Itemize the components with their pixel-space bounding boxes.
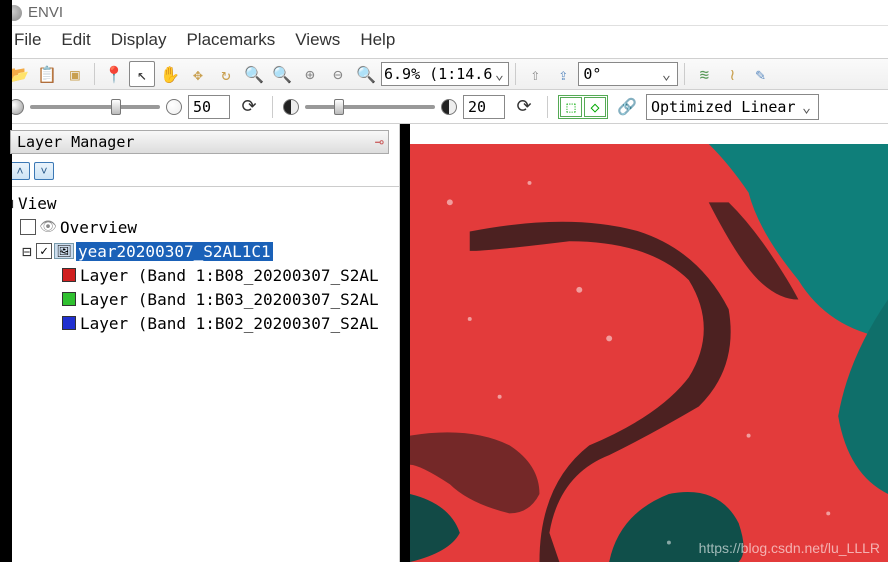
nav-up-icon[interactable]: ⇧ xyxy=(522,61,548,87)
brightness-value[interactable]: 50 xyxy=(188,95,230,119)
green-band-icon xyxy=(62,292,76,306)
separator xyxy=(547,96,548,118)
eye-icon: 👁 xyxy=(38,219,58,235)
separator xyxy=(515,63,516,85)
blue-band-icon xyxy=(62,316,76,330)
main-toolbar: 📂 📋 ▣ 📍 ↖ ✋ ✥ ↻ 🔍 🔍 ⊕ ⊖ 🔍 6.9% (1:14.6 ⌄… xyxy=(0,58,888,90)
tree-overview[interactable]: 👁 Overview xyxy=(2,215,397,239)
layer-label: Layer (Band 1:B02_20200307_S2AL xyxy=(80,314,379,333)
pin-icon[interactable]: ⊸ xyxy=(375,133,384,151)
tree-dataset[interactable]: ⊟ ✓ 🖼 year20200307_S2AL1C1 xyxy=(2,239,397,263)
tree-root[interactable]: ⊟ View xyxy=(2,191,397,215)
chevron-down-icon[interactable]: ⌄ xyxy=(800,98,814,116)
menubar: File Edit Display Placemarks Views Help xyxy=(0,26,888,58)
menu-help[interactable]: Help xyxy=(360,30,395,50)
menu-file[interactable]: File xyxy=(14,30,41,50)
menu-edit[interactable]: Edit xyxy=(61,30,90,50)
window-edge xyxy=(0,0,12,562)
root-label: View xyxy=(18,194,57,213)
refresh-icon[interactable]: ⟳ xyxy=(236,94,262,120)
pan-icon[interactable]: ✋ xyxy=(157,61,183,87)
collapse-icon[interactable]: ⊟ xyxy=(20,242,34,261)
nav-to-icon[interactable]: ⇪ xyxy=(550,61,576,87)
tree-layer-red[interactable]: Layer (Band 1:B08_20200307_S2AL xyxy=(2,263,397,287)
contrast-knob-icon xyxy=(283,99,299,115)
checkbox[interactable] xyxy=(20,219,36,235)
checkbox-checked[interactable]: ✓ xyxy=(36,243,52,259)
separator xyxy=(684,63,685,85)
dataset-label: year20200307_S2AL1C1 xyxy=(76,242,273,261)
layer-tree: ⊟ View 👁 Overview ⊟ ✓ 🖼 year20200307_S2A… xyxy=(0,186,399,562)
zoom-reset-icon[interactable]: 🔍 xyxy=(241,61,267,87)
zoom-level-input[interactable]: 6.9% (1:14.6 ⌄ xyxy=(381,62,509,86)
panel-header: Layer Manager ⊸ xyxy=(10,130,389,154)
splitter[interactable] xyxy=(400,124,410,562)
nav-prev-icon[interactable]: ˄ xyxy=(10,162,30,180)
rotation-input[interactable]: 0° ⌄ xyxy=(578,62,678,86)
extent-group: ⬚ ◇ xyxy=(558,95,608,119)
cursor-tool-icon[interactable]: ↖ xyxy=(129,61,155,87)
map-canvas[interactable] xyxy=(410,144,888,562)
satellite-image xyxy=(410,144,888,562)
zoom-fit-icon[interactable]: 🔍 xyxy=(269,61,295,87)
brightness-slider[interactable] xyxy=(30,105,160,109)
zoom-level-text: 6.9% (1:14.6 xyxy=(384,65,492,83)
image-icon: 🖼 xyxy=(54,243,74,259)
menu-display[interactable]: Display xyxy=(111,30,167,50)
layer-label: Layer (Band 1:B03_20200307_S2AL xyxy=(80,290,379,309)
full-extent-icon[interactable]: ⬚ xyxy=(560,97,582,117)
spectral-icon[interactable]: ≋ xyxy=(691,61,717,87)
zoom-in-icon[interactable]: ⊕ xyxy=(297,61,323,87)
layer-label: Layer (Band 1:B08_20200307_S2AL xyxy=(80,266,379,285)
tree-layer-blue[interactable]: Layer (Band 1:B02_20200307_S2AL xyxy=(2,311,397,335)
zoom-actual-icon[interactable]: 🔍 xyxy=(353,61,379,87)
chevron-down-icon[interactable]: ⌄ xyxy=(659,65,673,83)
refresh-icon[interactable]: ⟳ xyxy=(511,94,537,120)
contrast-slider[interactable] xyxy=(305,105,435,109)
separator xyxy=(272,96,273,118)
zoom-out-icon[interactable]: ⊖ xyxy=(325,61,351,87)
nav-buttons: ˄ ˅ xyxy=(0,158,399,184)
pin-icon[interactable]: 📍 xyxy=(101,61,127,87)
panel-title: Layer Manager xyxy=(17,133,134,151)
link-icon[interactable]: 🔗 xyxy=(614,94,640,120)
contrast-knob-icon xyxy=(441,99,457,115)
wave-icon[interactable]: ≀ xyxy=(719,61,745,87)
stretch-text: Optimized Linear xyxy=(651,98,796,116)
overview-label: Overview xyxy=(60,218,137,237)
watermark: https://blog.csdn.net/lu_LLLR xyxy=(699,540,880,556)
measure-icon[interactable]: ✎ xyxy=(747,61,773,87)
separator xyxy=(94,63,95,85)
chevron-down-icon[interactable]: ⌄ xyxy=(492,65,506,83)
rotation-text: 0° xyxy=(583,65,601,83)
red-band-icon xyxy=(62,268,76,282)
clipboard-icon[interactable]: 📋 xyxy=(34,61,60,87)
layer-panel: Layer Manager ⊸ ˄ ˅ ⊟ View 👁 Overview ⊟ … xyxy=(0,124,400,562)
app-title: ENVI xyxy=(28,4,63,21)
map-viewport[interactable]: https://blog.csdn.net/lu_LLLR xyxy=(410,124,888,562)
roi-icon[interactable]: ✥ xyxy=(185,61,211,87)
crop-icon[interactable]: ▣ xyxy=(62,61,88,87)
nav-next-icon[interactable]: ˅ xyxy=(34,162,54,180)
menu-placemarks[interactable]: Placemarks xyxy=(186,30,275,50)
stretch-select[interactable]: Optimized Linear ⌄ xyxy=(646,94,819,120)
contrast-value[interactable]: 20 xyxy=(463,95,505,119)
rotate-icon[interactable]: ↻ xyxy=(213,61,239,87)
tree-layer-green[interactable]: Layer (Band 1:B03_20200307_S2AL xyxy=(2,287,397,311)
menu-views[interactable]: Views xyxy=(295,30,340,50)
data-extent-icon[interactable]: ◇ xyxy=(584,97,606,117)
titlebar: ENVI xyxy=(0,0,888,26)
brightness-knob-icon xyxy=(166,99,182,115)
adjust-toolbar: 50 ⟳ 20 ⟳ ⬚ ◇ 🔗 Optimized Linear ⌄ xyxy=(0,90,888,124)
